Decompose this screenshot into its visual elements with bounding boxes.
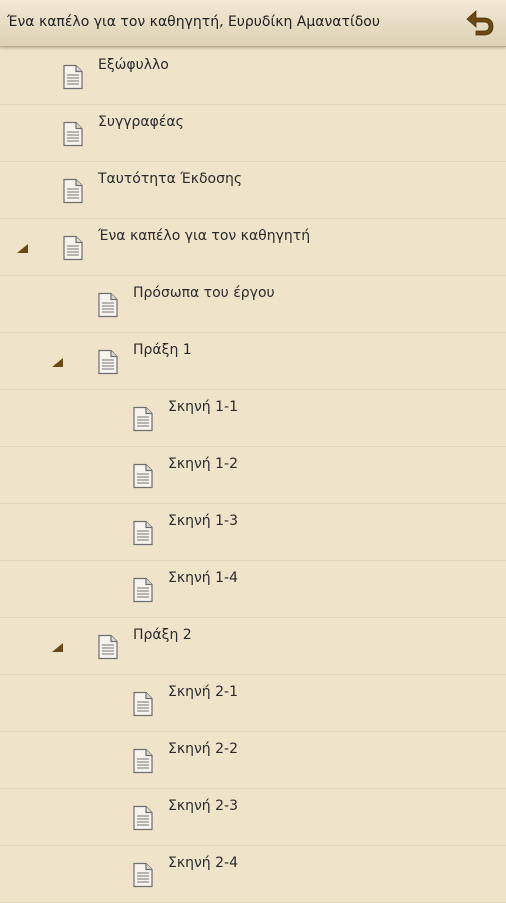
tree-item-label: Συγγραφέας xyxy=(98,114,184,130)
document-icon xyxy=(132,520,154,546)
expanded-triangle-icon[interactable] xyxy=(17,244,28,253)
tree-item[interactable]: Σκηνή 2-2 xyxy=(0,732,506,789)
tree-item-label: Ένα καπέλο για τον καθηγητή xyxy=(98,228,311,244)
title-bar: Ένα καπέλο για τον καθηγητή, Ευρυδίκη Αμ… xyxy=(0,0,506,47)
tree-item-label: Σκηνή 2-1 xyxy=(168,684,238,700)
tree-item-label: Σκηνή 2-4 xyxy=(168,855,238,871)
tree-item[interactable]: Εξώφυλλο xyxy=(0,48,506,105)
document-icon xyxy=(97,634,119,660)
tree-item[interactable]: Σκηνή 1-2 xyxy=(0,447,506,504)
tree-item-label: Σκηνή 1-4 xyxy=(168,570,238,586)
book-title: Ένα καπέλο για τον καθηγητή, Ευρυδίκη Αμ… xyxy=(7,14,380,30)
document-icon xyxy=(97,292,119,318)
tree-item-label: Σκηνή 1-1 xyxy=(168,399,238,415)
tree-item-label: Σκηνή 1-2 xyxy=(168,456,238,472)
expanded-triangle-icon[interactable] xyxy=(52,358,63,367)
tree-item-label: Ταυτότητα Έκδοσης xyxy=(98,171,243,187)
document-icon xyxy=(132,463,154,489)
document-icon xyxy=(62,121,84,147)
tree-item-label: Πρόσωπα του έργου xyxy=(133,285,275,301)
document-icon xyxy=(132,577,154,603)
tree-item[interactable]: Πρόσωπα του έργου xyxy=(0,276,506,333)
tree-item[interactable]: Ένα καπέλο για τον καθηγητή xyxy=(0,219,506,276)
tree-item-label: Σκηνή 1-3 xyxy=(168,513,238,529)
tree-item-label: Σκηνή 2-3 xyxy=(168,798,238,814)
table-of-contents: Εξώφυλλο Συγγραφέας Ταυτότητα Έκδοσης Ένα κ… xyxy=(0,48,506,903)
document-icon xyxy=(62,178,84,204)
tree-item[interactable]: Σκηνή 2-4 xyxy=(0,846,506,903)
document-icon xyxy=(97,349,119,375)
tree-item[interactable]: Σκηνή 1-1 xyxy=(0,390,506,447)
tree-item[interactable]: Ταυτότητα Έκδοσης xyxy=(0,162,506,219)
document-icon xyxy=(132,748,154,774)
tree-item-label: Πράξη 1 xyxy=(133,342,192,358)
tree-item[interactable]: Σκηνή 1-4 xyxy=(0,561,506,618)
tree-item[interactable]: Συγγραφέας xyxy=(0,105,506,162)
document-icon xyxy=(132,805,154,831)
tree-item[interactable]: Σκηνή 1-3 xyxy=(0,504,506,561)
document-icon xyxy=(132,862,154,888)
tree-item[interactable]: Σκηνή 2-3 xyxy=(0,789,506,846)
document-icon xyxy=(62,235,84,261)
tree-item-label: Εξώφυλλο xyxy=(98,57,169,73)
back-arrow-icon xyxy=(466,10,494,36)
tree-item-label: Πράξη 2 xyxy=(133,627,192,643)
tree-item-label: Σκηνή 2-2 xyxy=(168,741,238,757)
expanded-triangle-icon[interactable] xyxy=(52,643,63,652)
tree-item[interactable]: Πράξη 1 xyxy=(0,333,506,390)
back-button[interactable] xyxy=(462,6,498,40)
document-icon xyxy=(132,406,154,432)
tree-item[interactable]: Σκηνή 2-1 xyxy=(0,675,506,732)
document-icon xyxy=(132,691,154,717)
document-icon xyxy=(62,64,84,90)
tree-item[interactable]: Πράξη 2 xyxy=(0,618,506,675)
